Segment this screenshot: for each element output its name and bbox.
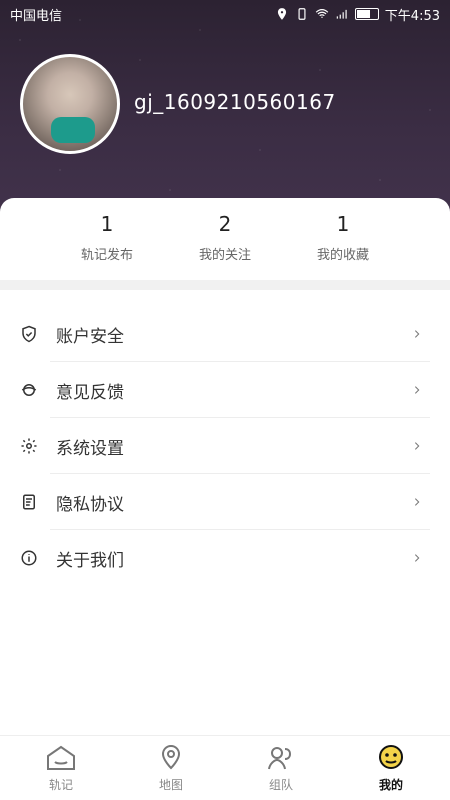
menu-item-system-settings[interactable]: 系统设置	[0, 418, 450, 474]
section-divider	[0, 280, 450, 290]
stat-favorites[interactable]: 1 我的收藏	[268, 212, 418, 263]
menu-item-about[interactable]: 关于我们	[0, 530, 450, 586]
menu-label: 隐私协议	[56, 494, 124, 515]
signal-icon	[336, 9, 347, 19]
stat-favorites-label: 我的收藏	[316, 248, 369, 263]
info-icon	[20, 549, 38, 567]
status-right: 下午4:53	[275, 5, 440, 24]
chevron-right-icon	[412, 329, 422, 339]
settings-menu: 账户安全 意见反馈 系统设置 隐私协议 关于我们	[0, 306, 450, 586]
username: gj_1609210560167	[134, 90, 336, 114]
menu-item-feedback[interactable]: 意见反馈	[0, 362, 450, 418]
wifi-icon	[315, 9, 329, 18]
chevron-right-icon	[412, 385, 422, 395]
menu-item-account-security[interactable]: 账户安全	[0, 306, 450, 362]
map-pin-icon	[155, 744, 187, 772]
tab-map[interactable]: 地图	[116, 744, 226, 793]
menu-label: 系统设置	[56, 438, 124, 459]
tab-label: 轨记	[48, 778, 73, 792]
home-icon	[45, 744, 77, 772]
avatar[interactable]	[20, 54, 120, 154]
tab-label: 我的	[378, 778, 403, 792]
feedback-icon	[20, 381, 38, 399]
stats-card: 1 轨记发布 2 我的关注 1 我的收藏	[0, 198, 450, 278]
tab-label: 地图	[158, 778, 183, 792]
smile-icon	[375, 744, 407, 772]
group-icon	[265, 744, 297, 772]
status-icons	[275, 7, 379, 21]
location-icon	[277, 8, 286, 20]
menu-label: 意见反馈	[56, 382, 124, 403]
gear-icon	[20, 437, 38, 455]
menu-item-privacy[interactable]: 隐私协议	[0, 474, 450, 530]
shield-icon	[20, 325, 38, 343]
document-icon	[20, 493, 38, 511]
chevron-right-icon	[412, 441, 422, 451]
bottom-tab-bar: 轨记 地图 组队 我的	[0, 735, 450, 800]
status-bar: 中国电信 下午4:53	[0, 0, 450, 28]
tab-guiji[interactable]: 轨记	[6, 744, 116, 793]
tab-team[interactable]: 组队	[226, 744, 336, 793]
tab-label: 组队	[268, 778, 293, 792]
vibrate-icon	[298, 8, 306, 20]
menu-label: 账户安全	[56, 326, 124, 347]
chevron-right-icon	[412, 497, 422, 507]
stat-favorites-count: 1	[336, 212, 350, 236]
carrier-label: 中国电信	[10, 8, 63, 24]
tab-mine[interactable]: 我的	[336, 744, 446, 793]
menu-label: 关于我们	[56, 550, 124, 571]
chevron-right-icon	[412, 553, 422, 563]
battery-icon	[354, 8, 379, 20]
time-label: 下午4:53	[384, 8, 440, 24]
